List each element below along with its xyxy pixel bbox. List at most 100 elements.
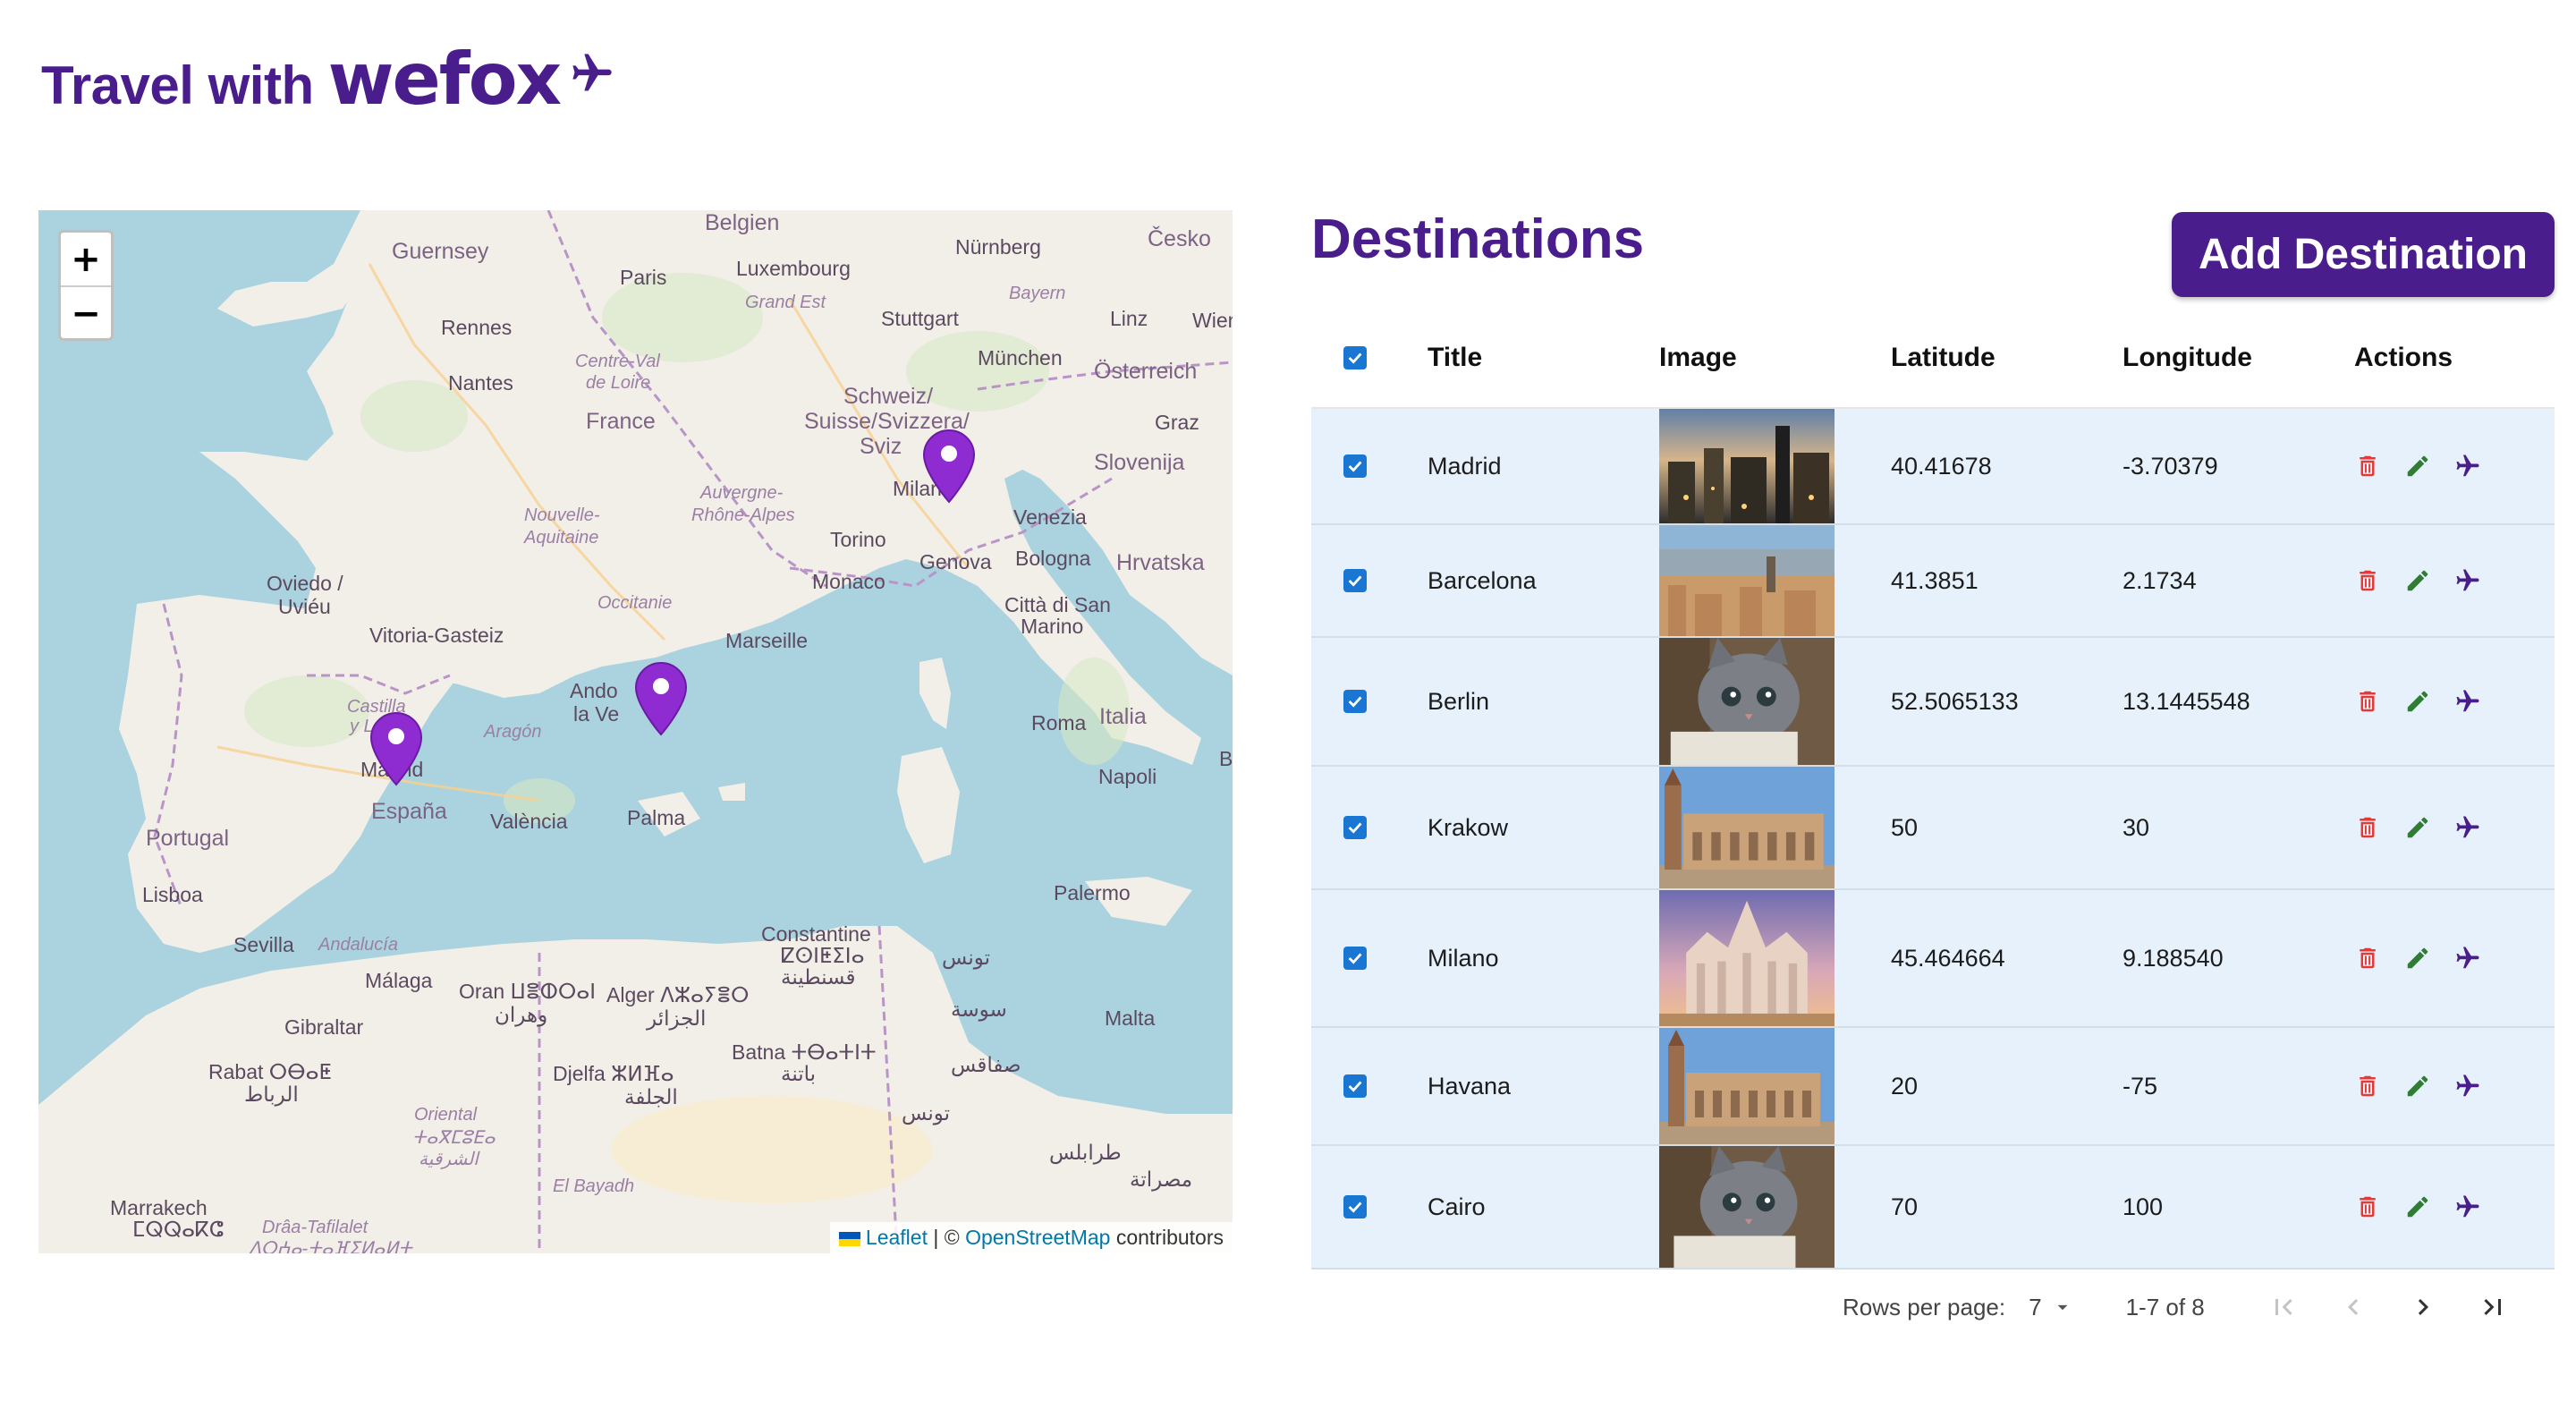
destinations-table: Title Image Latitude Longitude Actions M… [1311, 309, 2555, 1269]
map-label: la Ve [573, 702, 620, 726]
destination-image-cell [1659, 525, 1891, 636]
map-label: Italia [1099, 704, 1147, 729]
table-row[interactable]: Madrid 40.41678 -3.70379 [1311, 409, 2555, 525]
airplane-icon[interactable] [2454, 688, 2481, 715]
destination-longitude: -3.70379 [2123, 452, 2218, 480]
check-icon [1348, 575, 1362, 587]
first-page-button[interactable] [2266, 1289, 2301, 1325]
openstreetmap-link[interactable]: OpenStreetMap [965, 1226, 1110, 1249]
previous-page-button[interactable] [2335, 1289, 2371, 1325]
check-icon [1348, 1081, 1362, 1092]
map-label: Marseille [725, 629, 809, 652]
map-label: Djelfa ⵣⵍⴼⴰ [553, 1062, 674, 1085]
row-checkbox[interactable] [1343, 454, 1367, 478]
select-all-cell [1311, 346, 1428, 369]
map-label: Marino [1021, 615, 1084, 638]
destination-image-cell [1659, 1146, 1891, 1268]
pagination: Rows per page: 7 1-7 of 8 [1843, 1283, 2555, 1331]
map-label: Andalucía [318, 935, 398, 955]
map-label: Palermo [1054, 881, 1131, 904]
map-label: Monaco [812, 570, 886, 593]
table-row[interactable]: Berlin 52.5065133 13.1445548 [1311, 638, 2555, 767]
airplane-icon[interactable] [2454, 814, 2481, 841]
zoom-out-button[interactable]: − [61, 287, 111, 340]
map-label: Portugal [146, 826, 230, 851]
check-icon [1348, 461, 1362, 472]
column-header-image[interactable]: Image [1659, 343, 1891, 373]
select-all-checkbox[interactable] [1343, 346, 1367, 369]
map-view[interactable]: + − Belgien Guernsey Paris Luxembourg Gr… [38, 210, 1233, 1253]
row-checkbox[interactable] [1343, 947, 1367, 970]
edit-icon[interactable] [2404, 1193, 2431, 1220]
map-marker-madrid[interactable] [369, 711, 423, 786]
edit-icon[interactable] [2404, 567, 2431, 594]
table-row[interactable]: Milano 45.464664 9.188540 [1311, 890, 2555, 1028]
map-label: Roma [1031, 711, 1087, 734]
destination-title: Madrid [1428, 452, 1502, 480]
map-label: Grand Est [745, 293, 826, 312]
app-logo: Travel with wefox [41, 38, 615, 121]
destination-longitude: 30 [2123, 813, 2150, 841]
row-checkbox[interactable] [1343, 569, 1367, 592]
zoom-in-button[interactable]: + [61, 233, 111, 287]
row-checkbox[interactable] [1343, 1074, 1367, 1098]
map-label: Wier [1192, 309, 1233, 332]
delete-icon[interactable] [2354, 1193, 2381, 1220]
table-row[interactable]: Havana 20 -75 [1311, 1028, 2555, 1146]
logo-travel-text: Travel with [41, 55, 314, 115]
destination-image [1659, 1146, 1835, 1268]
last-page-button[interactable] [2475, 1289, 2511, 1325]
destination-title: Havana [1428, 1072, 1512, 1100]
destination-longitude: 9.188540 [2123, 944, 2224, 972]
next-page-button[interactable] [2405, 1289, 2441, 1325]
map-marker-barcelona[interactable] [634, 661, 688, 736]
row-checkbox[interactable] [1343, 1195, 1367, 1218]
destination-image-cell [1659, 1028, 1891, 1144]
row-actions [2354, 453, 2555, 480]
zoom-control: + − [58, 230, 114, 341]
airplane-icon[interactable] [2454, 567, 2481, 594]
map-label: France [586, 409, 656, 434]
delete-icon[interactable] [2354, 814, 2381, 841]
row-checkbox[interactable] [1343, 690, 1367, 713]
delete-icon[interactable] [2354, 1073, 2381, 1100]
destination-latitude: 70 [1891, 1193, 1919, 1220]
map-label: ⵇⵙⵏⵟⵉⵏⴰ [781, 944, 865, 967]
map-label: طرابلس [1049, 1141, 1122, 1164]
map-marker-milano[interactable] [922, 429, 976, 504]
map-label: الشرقية [419, 1150, 479, 1169]
map-label: Auvergne- [700, 483, 784, 503]
edit-icon[interactable] [2404, 453, 2431, 480]
map-label: Gibraltar [284, 1015, 364, 1039]
edit-icon[interactable] [2404, 814, 2431, 841]
leaflet-link[interactable]: Leaflet [866, 1226, 928, 1249]
table-row[interactable]: Krakow 50 30 [1311, 767, 2555, 890]
row-checkbox[interactable] [1343, 816, 1367, 839]
add-destination-button[interactable]: Add Destination [2172, 212, 2555, 297]
airplane-icon[interactable] [2454, 453, 2481, 480]
column-header-title[interactable]: Title [1428, 343, 1659, 373]
delete-icon[interactable] [2354, 688, 2381, 715]
row-select-cell [1311, 569, 1428, 592]
column-header-latitude[interactable]: Latitude [1891, 343, 2123, 373]
table-row[interactable]: Cairo 70 100 [1311, 1146, 2555, 1269]
row-select-cell [1311, 816, 1428, 839]
edit-icon[interactable] [2404, 945, 2431, 972]
edit-icon[interactable] [2404, 688, 2431, 715]
airplane-icon[interactable] [2454, 1073, 2481, 1100]
map-label: Ando [570, 679, 618, 702]
map-label: Bologna [1015, 547, 1091, 570]
column-header-longitude[interactable]: Longitude [2123, 343, 2354, 373]
map-label: Nantes [448, 371, 513, 395]
map-label: Batna ⵜⴱⴰⵜⵏⵜ [732, 1040, 877, 1064]
delete-icon[interactable] [2354, 945, 2381, 972]
edit-icon[interactable] [2404, 1073, 2431, 1100]
delete-icon[interactable] [2354, 567, 2381, 594]
rows-per-page-select[interactable]: 7 [2029, 1294, 2073, 1321]
destination-longitude: 100 [2123, 1193, 2164, 1220]
airplane-icon[interactable] [2454, 1193, 2481, 1220]
airplane-icon[interactable] [2454, 945, 2481, 972]
table-row[interactable]: Barcelona 41.3851 2.1734 [1311, 525, 2555, 638]
chevron-down-icon [2057, 1304, 2067, 1311]
delete-icon[interactable] [2354, 453, 2381, 480]
